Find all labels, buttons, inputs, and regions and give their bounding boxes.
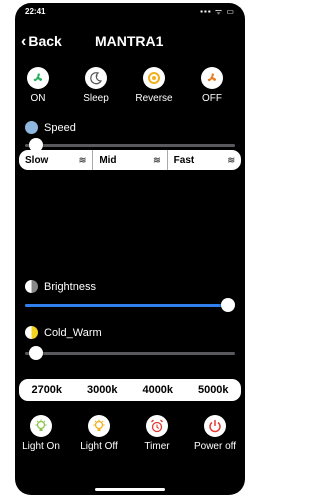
cold-warm-label-row: Cold_Warm [25, 326, 102, 339]
cct-option-4000k[interactable]: 4000k [130, 384, 186, 396]
page-title: MANTRA1 [95, 33, 164, 49]
light-controls-row: Light On Light Off Timer Power off [15, 415, 245, 475]
home-indicator [95, 488, 165, 491]
speed-option-label: Mid [99, 154, 117, 166]
cold-warm-label: Cold_Warm [44, 326, 102, 339]
cct-option-5000k[interactable]: 5000k [186, 384, 242, 396]
speed-option-label: Fast [173, 154, 195, 166]
light-button-label: Light On [22, 441, 60, 452]
speed-option-mid[interactable]: Mid ≋ [92, 150, 166, 170]
wifi-icon: ≋ [78, 154, 87, 165]
brightness-label: Brightness [44, 280, 96, 293]
mode-sleep-button[interactable]: z Sleep [73, 67, 119, 104]
fan-icon [27, 67, 49, 89]
slider-thumb[interactable] [29, 346, 43, 360]
status-icons: ▪▪▪ ᯤ ▭ [200, 7, 235, 16]
wifi-icon: ≋ [227, 154, 235, 165]
power-off-button[interactable]: Power off [189, 415, 241, 453]
mode-off-button[interactable]: OFF [189, 67, 235, 104]
bulb-off-icon [88, 415, 110, 437]
fan-mode-row: ON z Sleep Reverse OFF [15, 67, 245, 113]
bulb-on-icon [30, 415, 52, 437]
mode-label: OFF [202, 93, 222, 104]
power-icon [204, 415, 226, 437]
brightness-label-row: Brightness [25, 280, 96, 293]
speed-option-fast[interactable]: Fast ≋ [166, 150, 241, 170]
light-button-label: Light Off [80, 441, 118, 452]
timer-button[interactable]: Timer [131, 415, 183, 453]
mode-reverse-button[interactable]: Reverse [131, 67, 177, 104]
svg-text:z: z [96, 73, 98, 78]
cct-option-2700k[interactable]: 2700k [19, 384, 75, 396]
cold-warm-slider[interactable] [25, 346, 235, 360]
brightness-icon [25, 280, 38, 293]
alarm-clock-icon [146, 415, 168, 437]
color-temperature-icon [25, 326, 38, 339]
slider-track [25, 144, 235, 147]
mode-label: ON [30, 93, 46, 104]
app-screen: 22:41 ▪▪▪ ᯤ ▭ ‹ Back MANTRA1 ON z Sleep … [15, 3, 245, 495]
back-button[interactable]: ‹ Back [21, 33, 62, 51]
speed-label-row: Speed [25, 121, 76, 134]
light-off-button[interactable]: Light Off [73, 415, 125, 453]
light-on-button[interactable]: Light On [15, 415, 67, 453]
nav-bar: ‹ Back MANTRA1 [15, 25, 245, 55]
speed-icon [25, 121, 38, 134]
sleep-icon: z [85, 67, 107, 89]
light-button-label: Power off [193, 441, 237, 452]
speed-selector: Slow ≋ Mid ≋ Fast ≋ [19, 150, 241, 170]
mode-on-button[interactable]: ON [15, 67, 61, 104]
fan-icon [201, 67, 223, 89]
light-button-label: Timer [144, 441, 170, 452]
brightness-slider[interactable] [25, 298, 235, 312]
color-temperature-selector: 2700k 3000k 4000k 5000k [19, 379, 241, 401]
slider-fill [25, 304, 228, 307]
speed-label: Speed [44, 121, 76, 134]
mode-label: Sleep [83, 93, 109, 104]
slider-thumb[interactable] [221, 298, 235, 312]
cct-option-3000k[interactable]: 3000k [75, 384, 131, 396]
wifi-icon: ≋ [153, 154, 161, 165]
chevron-left-icon: ‹ [21, 33, 27, 50]
slider-track [25, 352, 235, 355]
status-bar: 22:41 ▪▪▪ ᯤ ▭ [15, 3, 245, 21]
mode-label: Reverse [135, 93, 173, 104]
speed-option-label: Slow [25, 154, 49, 166]
reverse-icon [143, 67, 165, 89]
speed-option-slow[interactable]: Slow ≋ [19, 150, 92, 170]
status-time: 22:41 [25, 7, 46, 16]
back-label: Back [28, 33, 62, 49]
